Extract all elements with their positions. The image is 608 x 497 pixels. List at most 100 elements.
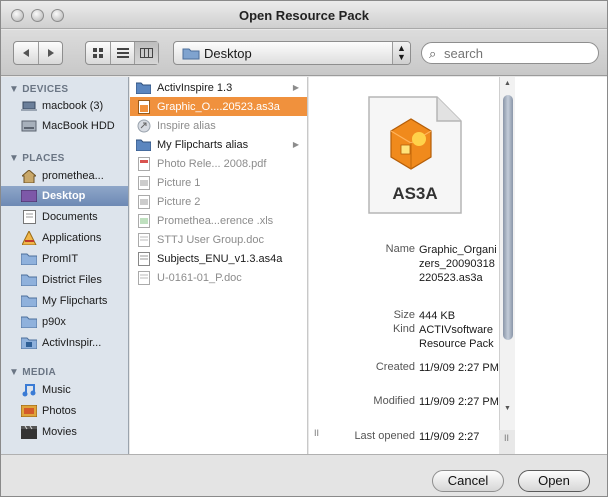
sidebar-item-label: macbook (3) (42, 100, 104, 112)
document-file-icon (136, 232, 151, 247)
icon-view-button[interactable] (86, 42, 110, 64)
documents-icon (21, 210, 37, 224)
location-popup[interactable]: Desktop ▲ ▼ (173, 41, 411, 65)
movies-icon (21, 425, 37, 439)
info-created-value: 11/9/09 2:27 PM (419, 362, 499, 374)
image-file-icon (136, 194, 151, 209)
file-row-graphic-organizers[interactable]: Graphic_O....20523.as3a (130, 97, 307, 116)
file-name: Photo Rele... 2008.pdf (157, 157, 267, 170)
sidebar-item-label: MacBook HDD (42, 120, 115, 132)
search-icon: ⌕ (429, 46, 437, 61)
sidebar-item-p90x[interactable]: p90x (1, 312, 128, 332)
title-bar: Open Resource Pack (1, 1, 607, 29)
folder-icon (21, 252, 37, 266)
file-row-inspire-alias[interactable]: Inspire alias (130, 116, 307, 135)
file-row-picture-2[interactable]: Picture 2 (130, 192, 307, 211)
sidebar-item-activinspire[interactable]: ActivInspir... (1, 333, 128, 353)
devices-header: ▼ DEVICES (9, 84, 69, 95)
applications-icon (21, 231, 37, 245)
file-row-u0161[interactable]: U-0161-01_P.doc (130, 268, 307, 287)
as3a-file-icon (136, 99, 151, 114)
file-row-picture-1[interactable]: Picture 1 (130, 173, 307, 192)
hard-drive-icon (21, 119, 37, 133)
file-list-column: ActivInspire 1.3 ▶ Graphic_O....20523.as… (130, 77, 308, 454)
sidebar-item-my-flipcharts[interactable]: My Flipcharts (1, 291, 128, 311)
sidebar-item-photos[interactable]: Photos (1, 401, 128, 421)
window-title: Open Resource Pack (238, 8, 370, 23)
updown-arrows-icon: ▲ ▼ (392, 42, 410, 64)
sidebar-item-label: ActivInspir... (42, 337, 102, 349)
folder-icon (21, 315, 37, 329)
file-row-subjects-enu[interactable]: Subjects_ENU_v1.3.as4a (130, 249, 307, 268)
sidebar-item-applications[interactable]: Applications (1, 228, 128, 248)
file-type-badge: AS3A (392, 184, 437, 203)
location-label: Desktop (204, 46, 252, 61)
folder-icon (21, 294, 37, 308)
column-resize-handle[interactable]: II (504, 433, 509, 443)
music-icon (21, 383, 37, 397)
folder-icon (136, 138, 151, 152)
sidebar-item-label: District Files (42, 274, 102, 286)
open-button[interactable]: Open (518, 470, 590, 492)
back-button[interactable] (14, 42, 38, 64)
file-row-activinspire[interactable]: ActivInspire 1.3 ▶ (130, 78, 307, 97)
laptop-icon (21, 99, 37, 113)
home-icon (21, 169, 37, 183)
sidebar-item-macbook-hdd[interactable]: MacBook HDD (1, 116, 128, 136)
search-field[interactable]: ⌕ (421, 42, 599, 64)
places-header: ▼ PLACES (9, 153, 65, 164)
folder-icon (21, 273, 37, 287)
document-file-icon (136, 270, 151, 285)
photos-icon (21, 404, 37, 418)
file-name: STTJ User Group.doc (157, 233, 264, 246)
pdf-file-icon (136, 156, 151, 171)
sidebar-item-promit[interactable]: PromIT (1, 249, 128, 269)
vertical-scrollbar[interactable]: ▲ ▼ (499, 77, 515, 430)
file-row-my-flipcharts-alias[interactable]: My Flipcharts alias ▶ (130, 135, 307, 154)
scroll-thumb[interactable] (503, 95, 513, 340)
empty-column (515, 77, 607, 454)
info-last-opened-value: 11/9/09 2:27 (419, 431, 480, 443)
sidebar-item-district-files[interactable]: District Files (1, 270, 128, 290)
file-row-sttj-user-group[interactable]: STTJ User Group.doc (130, 230, 307, 249)
spreadsheet-file-icon (136, 213, 151, 228)
file-name: Inspire alias (157, 119, 216, 132)
sidebar-item-movies[interactable]: Movies (1, 422, 128, 442)
open-dialog-window: Open Resource Pack Desktop ▲ ▼ ⌕ search … (0, 0, 608, 497)
cancel-button[interactable]: Cancel (432, 470, 504, 492)
sidebar-item-label: p90x (42, 316, 66, 328)
column-view-button[interactable] (134, 42, 158, 64)
scroll-down-arrow-icon[interactable]: ▼ (504, 405, 511, 412)
view-mode-buttons (85, 41, 159, 65)
app-folder-icon (21, 336, 37, 350)
sidebar: ▼ DEVICES macbook (3) MacBook HDD ▼ PLAC… (1, 77, 129, 454)
file-name: Subjects_ENU_v1.3.as4a (157, 252, 283, 265)
forward-button[interactable] (38, 42, 62, 64)
file-name: Picture 1 (157, 176, 201, 189)
file-row-promethean-reference[interactable]: Promethea...erence .xls (130, 211, 307, 230)
sidebar-item-macbook-disk[interactable]: macbook (3) (1, 96, 128, 116)
navigation-buttons (13, 41, 63, 65)
file-name: ActivInspire 1.3 (157, 81, 233, 94)
sidebar-item-home[interactable]: promethea... (1, 166, 128, 186)
document-file-icon (136, 251, 151, 266)
media-header: ▼ MEDIA (9, 367, 57, 378)
toolbar: Desktop ▲ ▼ ⌕ (1, 30, 607, 76)
sidebar-item-label: Movies (42, 426, 77, 438)
desktop-icon (21, 189, 37, 203)
file-name: Picture 2 (157, 195, 201, 208)
chevron-left-icon (23, 49, 29, 57)
file-name: U-0161-01_P.doc (157, 271, 242, 284)
sidebar-item-music[interactable]: Music (1, 380, 128, 400)
sidebar-item-documents[interactable]: Documents (1, 207, 128, 227)
list-view-button[interactable] (110, 42, 134, 64)
file-name: My Flipcharts alias (157, 138, 249, 151)
sidebar-item-desktop[interactable]: Desktop (1, 186, 128, 206)
folder-icon (136, 81, 151, 95)
column-resize-handle[interactable]: II (314, 428, 319, 438)
sidebar-item-label: PromIT (42, 253, 79, 265)
folder-icon (182, 48, 200, 60)
scroll-up-arrow-icon[interactable]: ▲ (504, 80, 511, 87)
search-input[interactable] (444, 45, 594, 61)
file-row-photo-release[interactable]: Photo Rele... 2008.pdf (130, 154, 307, 173)
